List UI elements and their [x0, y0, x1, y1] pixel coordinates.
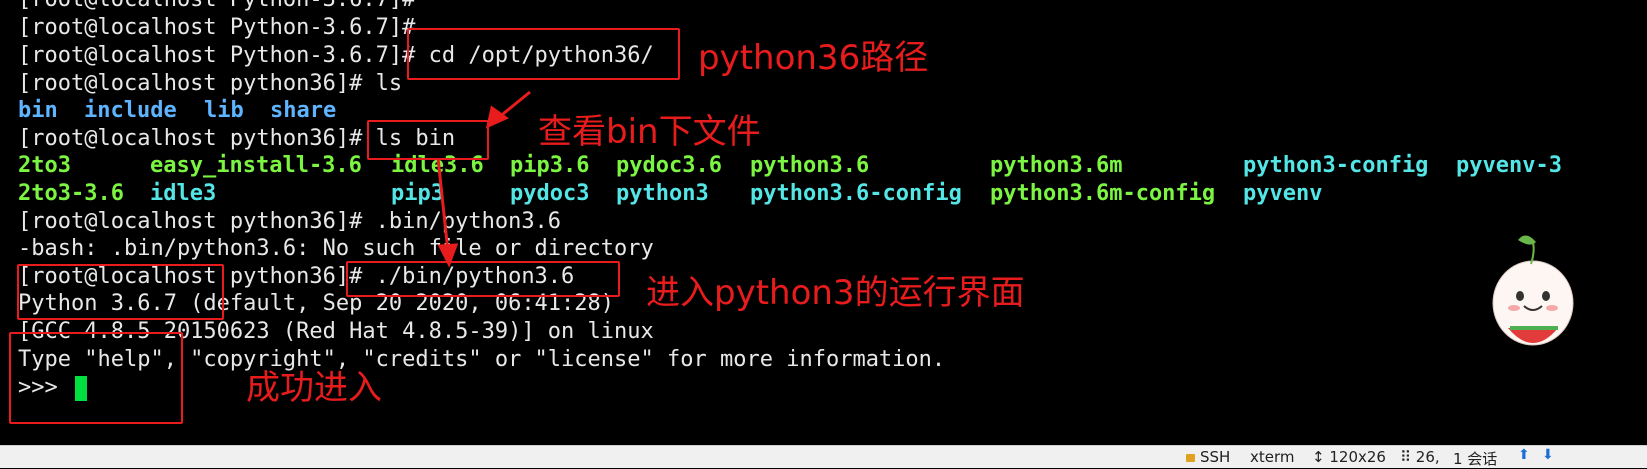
resize-icon: ↕ [1312, 448, 1325, 466]
position-icon: ⠿ [1400, 448, 1411, 466]
cursor-pos-status: ⠿ 26, [1400, 448, 1440, 466]
scroll-down-icon[interactable]: ⬇ [1542, 447, 1554, 463]
terminal-window[interactable]: [root@localhost Python-3.6.7]# [root@loc… [0, 0, 1647, 445]
ssh-status: SSH [1186, 448, 1230, 466]
mascot-sticker [1492, 235, 1574, 346]
term-size-status: ↕ 120x26 [1312, 448, 1386, 466]
annotation-arrows [436, 90, 531, 268]
term-type-status: xterm [1250, 448, 1295, 466]
scroll-up-icon[interactable]: ⬆ [1518, 447, 1530, 463]
lock-icon [1186, 454, 1195, 462]
arrow-icon [436, 90, 531, 268]
status-bar: SSH xterm ↕ 120x26 ⠿ 26, 1 会话 ⬆ ⬇ [0, 445, 1647, 468]
sessions-status: 1 会话 [1453, 450, 1498, 468]
